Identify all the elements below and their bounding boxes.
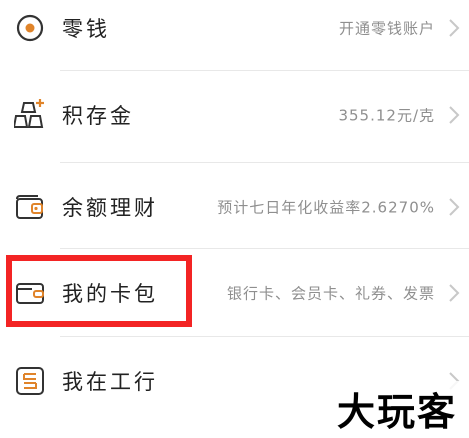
menu-row-description: 355.12元/克 xyxy=(338,106,435,125)
watermark-text: 大玩客 xyxy=(332,381,461,436)
menu-row-balance-finance[interactable]: 余额理财 预计七日年化收益率2.6270% xyxy=(0,166,469,248)
menu-row-title: 我在工行 xyxy=(62,370,158,394)
menu-row-title: 余额理财 xyxy=(62,196,158,220)
row-divider xyxy=(60,162,469,163)
menu-row-description: 银行卡、会员卡、礼券、发票 xyxy=(226,284,435,303)
menu-row-description: 开通零钱账户 xyxy=(338,19,435,38)
menu-row-change[interactable]: 零钱 开通零钱账户 xyxy=(0,0,469,69)
chevron-right-icon xyxy=(449,284,460,302)
row-divider xyxy=(60,248,469,249)
chevron-right-icon xyxy=(449,198,460,216)
row-divider xyxy=(60,336,469,337)
card-wallet-icon xyxy=(16,283,44,304)
menu-row-card-wallet[interactable]: 我的卡包 银行卡、会员卡、礼券、发票 xyxy=(0,252,469,334)
wallet-icon xyxy=(16,195,43,219)
gold-bars-icon xyxy=(14,99,44,128)
chevron-right-icon xyxy=(449,19,460,37)
menu-row-title: 积存金 xyxy=(62,104,134,128)
row-divider xyxy=(60,70,469,71)
icbc-icon xyxy=(16,367,44,395)
menu-row-gold-savings[interactable]: 积存金 355.12元/克 xyxy=(0,74,469,156)
menu-row-title: 我的卡包 xyxy=(62,282,158,306)
menu-row-title: 零钱 xyxy=(62,17,110,41)
chevron-right-icon xyxy=(449,106,460,124)
coin-icon xyxy=(16,14,44,42)
wallet-menu-list: 零钱 开通零钱账户 积存金 355.12元/克 余额理财 预计七日年化收益率2.… xyxy=(0,0,469,438)
menu-row-description: 预计七日年化收益率2.6270% xyxy=(217,198,435,217)
